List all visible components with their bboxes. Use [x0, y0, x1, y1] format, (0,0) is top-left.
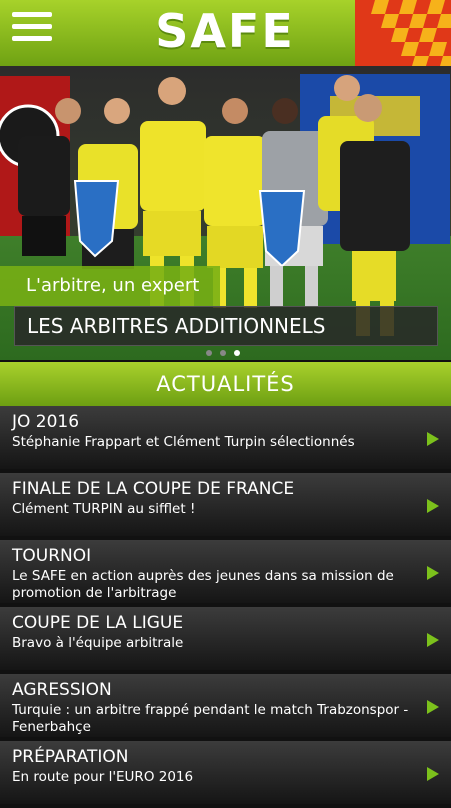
- news-item-subtitle: En route pour l'EURO 2016: [12, 769, 194, 785]
- news-item-title: TOURNOI: [12, 546, 92, 566]
- news-item-subtitle: Clément TURPIN au sifflet !: [12, 501, 196, 517]
- play-arrow-icon: [427, 499, 439, 513]
- play-arrow-icon: [427, 566, 439, 580]
- play-arrow-icon: [427, 767, 439, 781]
- news-item-title: PRÉPARATION: [12, 747, 129, 767]
- decorative-checker-graphic: [355, 0, 451, 66]
- news-section-header: ACTUALITÉS: [0, 362, 451, 406]
- news-item[interactable]: AGRESSION Turquie : un arbitre frappé pe…: [0, 674, 451, 737]
- news-item-subtitle: Turquie : un arbitre frappé pendant le m…: [12, 702, 409, 735]
- news-item-title: FINALE DE LA COUPE DE FRANCE: [12, 479, 295, 499]
- hero-carousel[interactable]: L'arbitre, un expert LES ARBITRES ADDITI…: [0, 66, 451, 360]
- carousel-dot-active[interactable]: [234, 350, 240, 356]
- carousel-dot[interactable]: [206, 350, 212, 356]
- news-item-subtitle: Le SAFE en action auprès des jeunes dans…: [12, 568, 394, 601]
- news-item[interactable]: TOURNOI Le SAFE en action auprès des jeu…: [0, 540, 451, 603]
- play-arrow-icon: [427, 633, 439, 647]
- news-item-title: AGRESSION: [12, 680, 112, 700]
- hamburger-menu-icon[interactable]: [12, 12, 52, 52]
- hero-category-tag: L'arbitre, un expert: [0, 266, 220, 306]
- news-item[interactable]: FINALE DE LA COUPE DE FRANCE Clément TUR…: [0, 473, 451, 536]
- news-list: JO 2016 Stéphanie Frappart et Clément Tu…: [0, 406, 451, 808]
- hero-headline[interactable]: LES ARBITRES ADDITIONNELS: [14, 306, 438, 346]
- news-item-subtitle: Stéphanie Frappart et Clément Turpin sél…: [12, 434, 355, 450]
- news-item-title: COUPE DE LA LIGUE: [12, 613, 184, 633]
- carousel-indicator: [206, 350, 240, 356]
- news-item[interactable]: COUPE DE LA LIGUE Bravo à l'équipe arbit…: [0, 607, 451, 670]
- app-logo: SAFE: [155, 4, 295, 58]
- carousel-dot[interactable]: [220, 350, 226, 356]
- play-arrow-icon: [427, 700, 439, 714]
- news-item-subtitle: Bravo à l'équipe arbitrale: [12, 635, 184, 651]
- news-item[interactable]: JO 2016 Stéphanie Frappart et Clément Tu…: [0, 406, 451, 469]
- news-item-title: JO 2016: [12, 412, 80, 432]
- news-item[interactable]: PRÉPARATION En route pour l'EURO 2016: [0, 741, 451, 804]
- play-arrow-icon: [427, 432, 439, 446]
- app-header: SAFE: [0, 0, 451, 66]
